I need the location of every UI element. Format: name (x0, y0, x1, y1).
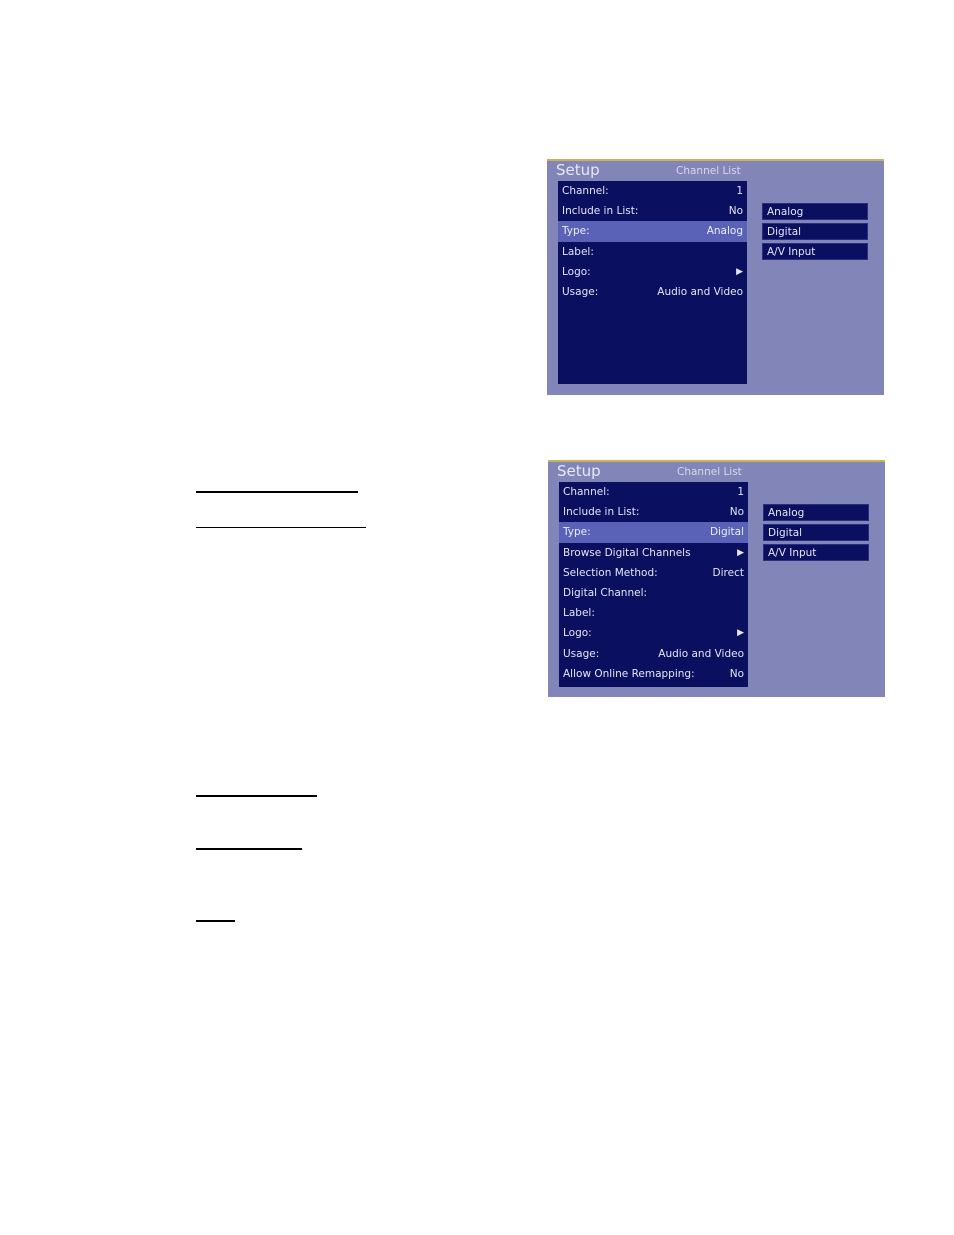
option-av-input[interactable]: A/V Input (762, 243, 868, 260)
row-label: Digital Channel: (563, 587, 648, 600)
row-value: 1 (737, 486, 744, 499)
row-type[interactable]: Type: Digital (559, 522, 748, 543)
row-allow-online-remapping[interactable]: Allow Online Remapping: No (559, 664, 748, 684)
row-label: Include in List: (563, 506, 640, 519)
chevron-right-icon: ▶ (736, 266, 743, 277)
settings-panel: Channel: 1 Include in List: No Type: Analog… (558, 181, 747, 384)
row-include-in-list[interactable]: Include in List: No (559, 502, 748, 522)
row-value: No (729, 506, 744, 519)
option-analog[interactable]: Analog (762, 203, 868, 220)
row-label: Type: (562, 225, 590, 238)
type-options: Analog Digital A/V Input (762, 203, 868, 263)
heading-underline (196, 527, 366, 528)
row-label[interactable]: Label: (559, 603, 748, 623)
heading-underline (196, 920, 235, 922)
option-digital[interactable]: Digital (763, 524, 869, 541)
row-usage[interactable]: Usage: Audio and Video (558, 282, 747, 302)
heading-underline (196, 795, 317, 797)
chevron-right-icon: ▶ (737, 628, 744, 639)
row-value: Digital (709, 526, 744, 539)
option-analog[interactable]: Analog (763, 504, 869, 521)
option-av-input[interactable]: A/V Input (763, 544, 869, 561)
heading-underline (196, 848, 302, 850)
row-label[interactable]: Label: (558, 242, 747, 262)
row-label: Label: (562, 245, 594, 258)
setup-screen-digital: Setup Channel List Channel: 1 Include in … (548, 460, 885, 697)
setup-screen-analog: Setup Channel List Channel: 1 Include in … (547, 159, 884, 395)
row-value: No (728, 205, 743, 218)
row-label: Channel: (563, 486, 610, 499)
row-value: Direct (712, 566, 744, 579)
row-value: Analog (706, 225, 743, 238)
row-label: Browse Digital Channels (563, 546, 691, 559)
row-label: Usage: (562, 286, 599, 299)
row-value: Audio and Video (657, 286, 743, 299)
screen-title: Setup (556, 161, 600, 179)
screen-subtitle: Channel List (676, 165, 741, 177)
row-value: 1 (736, 185, 743, 198)
row-label: Label: (563, 607, 595, 620)
row-channel[interactable]: Channel: 1 (558, 181, 747, 201)
row-value: Audio and Video (658, 647, 744, 660)
row-value: No (729, 667, 744, 680)
row-label: Include in List: (562, 205, 639, 218)
row-label: Channel: (562, 185, 609, 198)
row-label: Selection Method: (563, 566, 658, 579)
settings-panel: Channel: 1 Include in List: No Type: Digita… (559, 482, 748, 687)
row-label: Type: (563, 526, 591, 539)
row-label: Allow Online Remapping: (563, 667, 695, 680)
row-type[interactable]: Type: Analog (558, 221, 747, 242)
row-browse-digital-channels[interactable]: Browse Digital Channels ▶ (559, 543, 748, 563)
type-options: Analog Digital A/V Input (763, 504, 869, 564)
heading-underline (196, 491, 358, 493)
screen-subtitle: Channel List (677, 466, 742, 478)
row-digital-channel[interactable]: Digital Channel: (559, 583, 748, 603)
row-logo[interactable]: Logo: ▶ (559, 623, 748, 643)
row-usage[interactable]: Usage: Audio and Video (559, 644, 748, 664)
row-selection-method[interactable]: Selection Method: Direct (559, 563, 748, 583)
option-digital[interactable]: Digital (762, 223, 868, 240)
chevron-right-icon: ▶ (737, 547, 744, 558)
row-label: Logo: (562, 265, 591, 278)
row-label: Usage: (563, 647, 600, 660)
row-logo[interactable]: Logo: ▶ (558, 262, 747, 282)
screen-title: Setup (557, 462, 601, 480)
row-channel[interactable]: Channel: 1 (559, 482, 748, 502)
row-label: Logo: (563, 627, 592, 640)
row-include-in-list[interactable]: Include in List: No (558, 201, 747, 221)
